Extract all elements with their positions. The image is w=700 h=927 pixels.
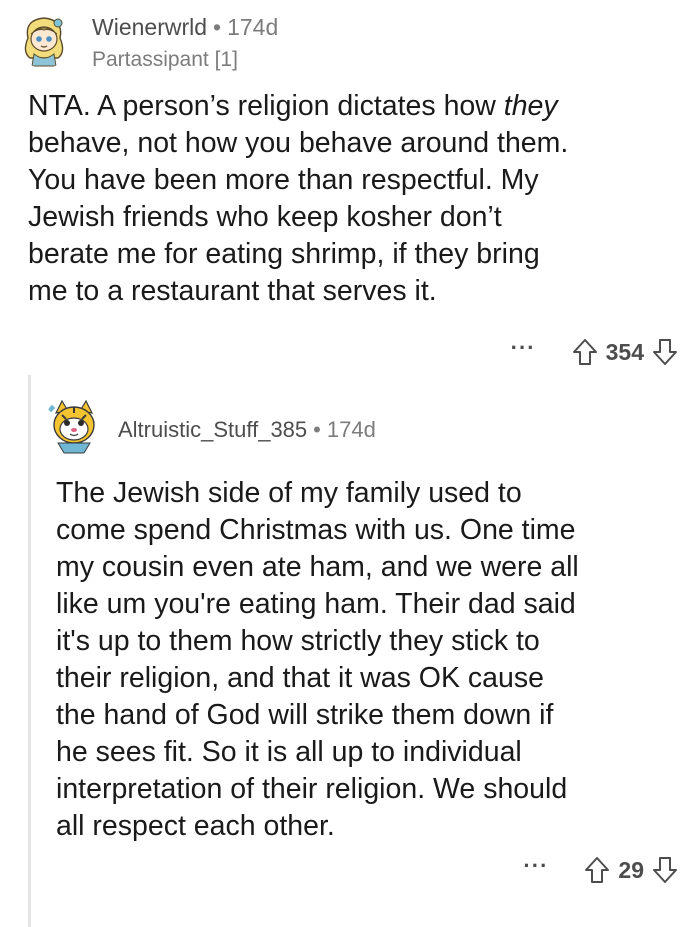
vote-score: 354 bbox=[605, 338, 644, 365]
comment-line: behave, not how you behave around them. bbox=[28, 127, 569, 159]
reply-comment: Altruistic_Stuff_385 • 174d The Jewish sid… bbox=[0, 375, 700, 927]
comment-line: interpretation of their religion. We sho… bbox=[56, 773, 568, 805]
user-avatar[interactable] bbox=[44, 395, 104, 455]
comment-line: me to a restaurant that serves it. bbox=[28, 275, 437, 307]
separator-dot: • bbox=[313, 417, 321, 442]
vote-score: 29 bbox=[618, 856, 644, 883]
comment-line: NTA. A person’s religion dictates how th… bbox=[28, 88, 668, 125]
comment-age: 174d bbox=[227, 14, 279, 40]
user-flair: Partassipant [1] bbox=[92, 48, 238, 71]
user-avatar[interactable] bbox=[14, 8, 74, 68]
comment-age: 174d bbox=[326, 417, 376, 442]
arrow-up-icon[interactable] bbox=[584, 856, 610, 884]
comment-line: berate me for eating shrimp, if they bri… bbox=[28, 238, 540, 270]
comment-line: their religion, and that it was OK cause bbox=[56, 662, 544, 694]
emphasized-text: they bbox=[503, 90, 558, 122]
comment: Wienerwrld • 174d Partassipant [1] NTA. A … bbox=[0, 0, 700, 375]
comment-line: Jewish friends who keep kosher don’t bbox=[28, 201, 502, 233]
comment-body: NTA. A person’s religion dictates how th… bbox=[28, 88, 668, 310]
comment-actions: ··· 354 bbox=[511, 335, 678, 369]
comment-line: You have been more than respectful. My bbox=[28, 164, 539, 196]
username[interactable]: Wienerwrld bbox=[92, 14, 207, 40]
comment-line: come spend Christmas with us. One time bbox=[56, 514, 576, 546]
comment-line: my cousin even ate ham, and we were all bbox=[56, 551, 579, 583]
arrow-down-icon[interactable] bbox=[652, 856, 678, 884]
comment-line: the hand of God will strike them down if bbox=[56, 699, 554, 731]
separator-dot: • bbox=[213, 14, 222, 40]
comment-body: The Jewish side of my family used to com… bbox=[56, 475, 676, 845]
comment-line: all respect each other. bbox=[56, 810, 335, 842]
arrow-down-icon[interactable] bbox=[652, 338, 678, 366]
arrow-up-icon[interactable] bbox=[572, 338, 598, 366]
text-segment: NTA. A person’s religion dictates how bbox=[28, 90, 504, 122]
comment-line: he sees fit. So it is all up to individu… bbox=[56, 736, 522, 768]
comment-line: The Jewish side of my family used to bbox=[56, 477, 522, 509]
username[interactable]: Altruistic_Stuff_385 bbox=[118, 417, 307, 442]
comment-actions: ··· 29 bbox=[523, 853, 678, 887]
comment-line: like um you're eating ham. Their dad sai… bbox=[56, 588, 576, 620]
comment-line: it's up to them how strictly they stick … bbox=[56, 625, 540, 657]
more-options-button[interactable]: ··· bbox=[523, 855, 548, 877]
username-line: Wienerwrld • 174d bbox=[92, 14, 278, 41]
more-options-button[interactable]: ··· bbox=[511, 337, 536, 359]
username-line: Altruistic_Stuff_385 • 174d bbox=[118, 417, 376, 443]
